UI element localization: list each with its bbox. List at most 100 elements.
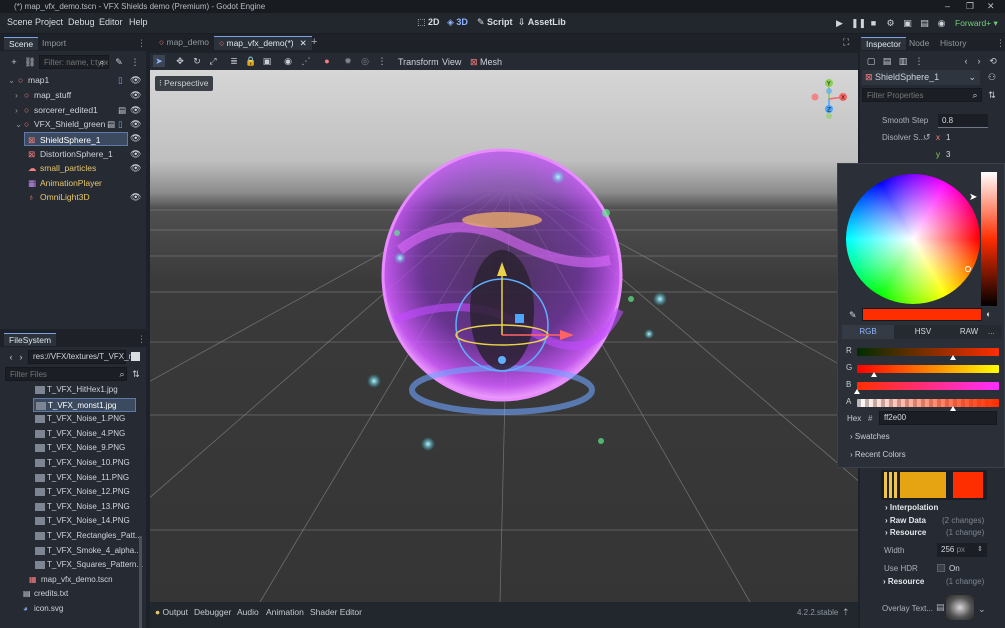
close-tab-icon[interactable]: ✕ — [300, 38, 307, 48]
mode-2d-button[interactable]: ⬚ 2D — [417, 17, 440, 28]
camera-icon[interactable]: ● — [321, 55, 333, 67]
script-attach-icon[interactable]: ✎ — [113, 56, 125, 68]
file-item[interactable]: T_VFX_Squares_Pattern... — [0, 558, 143, 573]
visibility-icon[interactable]: 👁 — [130, 133, 141, 144]
visibility-icon[interactable]: 👁 — [130, 103, 141, 117]
lock-icon[interactable]: 🔒 — [245, 55, 257, 67]
file-item[interactable]: T_VFX_HitHex1.jpg — [0, 383, 140, 398]
save-resource-icon[interactable]: ▥ — [897, 55, 909, 67]
menu-help[interactable]: Help — [129, 17, 148, 27]
tab-map-vfx-demo[interactable]: ○ map_vfx_demo(*) ✕ — [214, 36, 312, 50]
gradient-color-2[interactable] — [953, 472, 983, 498]
chevron-down-icon[interactable]: ⌄ — [978, 604, 986, 615]
resource-section-2[interactable]: › Resource — [883, 577, 924, 586]
eyedropper-icon[interactable]: ✎ — [849, 310, 857, 321]
gradient-color-1[interactable] — [900, 472, 946, 498]
dock-menu-icon[interactable]: ⋮ — [996, 38, 1005, 49]
mode-3d-button[interactable]: ◈ 3D — [447, 17, 468, 28]
file-item[interactable]: T_VFX_Noise_12.PNG — [0, 485, 140, 500]
menu-scene[interactable]: Scene — [7, 17, 33, 27]
red-slider[interactable] — [857, 348, 999, 356]
smooth-step-slider[interactable]: 0.8 — [938, 114, 988, 128]
film-icon[interactable]: ▤ — [118, 103, 126, 117]
history-back-icon[interactable]: ‹ — [960, 55, 972, 67]
overlay-texture-preview[interactable] — [946, 595, 974, 620]
history-icon[interactable]: ⟲ — [987, 55, 999, 67]
sun-icon[interactable]: ✹ — [342, 55, 354, 67]
collapse-icon[interactable]: ⌄ — [15, 117, 22, 131]
hex-input[interactable]: ff2e00 — [879, 411, 997, 425]
more-icon[interactable]: ⋮ — [376, 55, 388, 67]
script-icon[interactable]: ▯ — [118, 73, 123, 87]
mode-raw-tab[interactable]: RAW — [948, 325, 990, 339]
view-menu[interactable]: View — [442, 57, 461, 67]
file-item[interactable]: ◕ icon.svg — [0, 602, 140, 617]
file-item[interactable]: T_VFX_Noise_11.PNG — [0, 471, 140, 486]
mode-rgb-tab[interactable]: RGB — [842, 325, 894, 339]
play-scene-icon[interactable]: ▣ — [902, 18, 913, 28]
color-wheel-cursor[interactable] — [965, 266, 971, 272]
tab-inspector[interactable]: Inspector — [861, 37, 906, 50]
b-slider-handle[interactable] — [854, 389, 860, 394]
link-icon[interactable]: ⛓ — [24, 56, 36, 68]
tree-item-vfx-shield[interactable]: ⌄ ○ VFX_Shield_green ▤ ▯ 👁 — [0, 117, 145, 131]
swatches-section[interactable]: › Swatches — [850, 432, 890, 441]
path-field[interactable]: res://VFX/textures/T_VFX_m — [28, 350, 135, 364]
node-selector[interactable]: ⊠ ShieldSphere_1 ⌄ — [862, 70, 980, 85]
recent-colors-section[interactable]: › Recent Colors — [850, 450, 906, 459]
tree-item-omnilight[interactable]: ♁ OmniLight3D 👁 — [0, 190, 145, 204]
color-options-icon[interactable]: ◐ — [986, 309, 991, 319]
more-icon[interactable]: ⋮ — [129, 56, 141, 68]
renderer-selector[interactable]: Forward+ ▾ — [955, 18, 998, 29]
list-select-icon[interactable]: ≣ — [228, 55, 240, 67]
spin-icon[interactable]: ⇕ — [977, 543, 983, 557]
file-item[interactable]: T_VFX_Noise_13.PNG — [0, 500, 140, 515]
menu-project[interactable]: Project — [35, 17, 63, 27]
value-slider[interactable] — [981, 172, 997, 306]
menu-editor[interactable]: Editor — [99, 17, 123, 27]
environment-icon[interactable]: ◎ — [359, 55, 371, 67]
visibility-icon[interactable]: 👁 — [130, 190, 141, 204]
file-item[interactable]: T_VFX_Noise_1.PNG — [0, 412, 140, 427]
file-item[interactable]: ▦ map_vfx_demo.tscn — [0, 573, 140, 588]
film-icon[interactable]: ▤ — [107, 117, 115, 131]
tree-item-map1[interactable]: ⌄ ○ map1 ▯ 👁 — [0, 73, 145, 87]
load-resource-icon[interactable]: ▤ — [881, 55, 893, 67]
transform-menu[interactable]: Transform — [398, 57, 439, 67]
maximize-icon[interactable]: ❐ — [966, 0, 974, 13]
output-tab[interactable]: ● Output — [155, 607, 188, 617]
visibility-icon[interactable]: 👁 — [130, 147, 141, 161]
3d-viewport[interactable]: ⁝ Perspective Y X Z — [150, 70, 858, 602]
interpolation-section[interactable]: › Interpolation — [885, 503, 938, 512]
distraction-free-icon[interactable]: ⛶ — [843, 37, 849, 48]
tree-item-small-particles[interactable]: ☁ small_particles 👁 — [0, 161, 145, 175]
tab-map-demo[interactable]: ○ map_demo — [154, 36, 214, 48]
tree-item-animationplayer[interactable]: ▦ AnimationPlayer — [0, 176, 145, 190]
minimize-icon[interactable]: – — [945, 0, 950, 13]
file-filter-input[interactable] — [5, 367, 127, 381]
play-custom-icon[interactable]: ▤ — [919, 18, 930, 28]
object-properties-icon[interactable]: ⚇ — [986, 71, 998, 83]
visibility-icon[interactable]: 👁 — [130, 117, 141, 131]
script-icon[interactable]: ▯ — [118, 117, 123, 131]
visibility-icon[interactable]: 👁 — [130, 88, 141, 102]
tab-history[interactable]: History — [935, 37, 971, 49]
mode-hsv-tab[interactable]: HSV — [898, 325, 948, 339]
scrollbar[interactable] — [139, 536, 142, 628]
visibility-icon[interactable]: 👁 — [130, 161, 141, 175]
tab-import[interactable]: Import — [37, 37, 71, 49]
view-gizmo[interactable]: Y X Z — [807, 77, 853, 123]
file-item[interactable]: T_VFX_Noise_10.PNG — [0, 456, 140, 471]
mode-script-button[interactable]: ✎ Script — [477, 17, 513, 28]
add-node-icon[interactable]: + — [8, 56, 20, 68]
color-wheel[interactable] — [846, 174, 980, 304]
history-forward-icon[interactable]: › — [973, 55, 985, 67]
expand-panel-icon[interactable]: ⇡ — [842, 607, 850, 618]
g-slider-handle[interactable] — [871, 372, 878, 377]
tree-item-map-stuff[interactable]: › ○ map_stuff 👁 — [0, 88, 145, 102]
rotate-icon[interactable]: ↻ — [191, 55, 203, 67]
menu-debug[interactable]: Debug — [68, 17, 95, 27]
file-item[interactable]: T_VFX_Noise_9.PNG — [0, 441, 140, 456]
tree-item-sorcerer[interactable]: › ○ sorcerer_edited1 ▤ 👁 — [0, 103, 145, 117]
local-space-icon[interactable]: ◉ — [282, 55, 294, 67]
